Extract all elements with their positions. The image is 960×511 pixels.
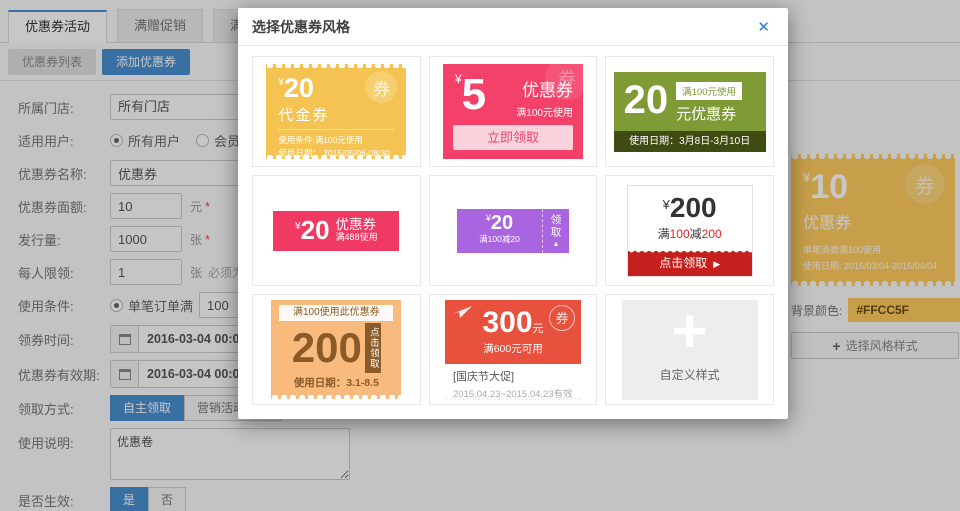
card-currency: ¥ — [663, 197, 670, 212]
card-value: 20 — [301, 215, 330, 245]
card-value: 20 — [284, 73, 314, 103]
cond-number: 200 — [702, 227, 722, 241]
card-right: 优惠券 满488使用 — [336, 218, 378, 243]
style-grid: 券 ¥20 代金券 使用条件:满100元使用 使用日期： 2015/05/06-… — [238, 46, 788, 419]
card-condition: 满600元可用 — [445, 341, 581, 356]
card-unit: 元 — [533, 323, 544, 335]
coupon-admin-page: 优惠券活动 满赠促销 满减促销 优惠券列表 添加优惠券 所属门店: 所有门店 适… — [0, 0, 960, 511]
cond-number: 100 — [670, 227, 690, 241]
plus-icon: + — [622, 300, 758, 364]
coupon-card: ¥200 满100减200 点击领取▶ — [627, 185, 753, 277]
claim-label: 点击领取 — [659, 256, 707, 270]
style-option-orange[interactable]: 满100使用此优惠券 200 点击领取 使用日期：3.1-8.5 — [252, 294, 421, 405]
card-value: 5 — [462, 70, 486, 119]
coupon-card: 券 ¥5 优惠券 满100元使用 立即领取 — [443, 64, 583, 159]
card-date: 2015.04.23~2015.04.23有效 — [453, 386, 573, 400]
style-option-purple-band[interactable]: ¥20 满100减20 领取 ▲ — [429, 175, 598, 286]
card-currency: ¥ — [455, 72, 462, 86]
style-option-pink-band[interactable]: ¥20 优惠券 满488使用 — [252, 175, 421, 286]
modal-header: 选择优惠券风格 ✕ — [238, 8, 788, 46]
coupon-card: 20 满100元使用 元优惠券 使用日期：3月8日-3月10日 — [614, 72, 766, 152]
style-option-pink[interactable]: 券 ¥5 优惠券 满100元使用 立即领取 — [429, 56, 598, 167]
card-value: 20 — [491, 212, 513, 234]
card-terms: 使用条件:满100元使用 使用日期： 2015/05/06-08/30 — [278, 129, 394, 160]
card-value: 300 — [482, 306, 532, 339]
style-option-custom[interactable]: + 自定义样式 — [605, 294, 774, 405]
coupon-style-modal: 选择优惠券风格 ✕ 券 ¥20 代金券 使用条件:满100元使用 使用日期： 2… — [238, 8, 788, 419]
coupon-card: 满100使用此优惠券 200 点击领取 使用日期：3.1-8.5 — [271, 300, 401, 399]
claim-tab[interactable]: 点击领取 — [365, 323, 381, 373]
cond-text: 减 — [690, 227, 702, 241]
card-value: 200 — [292, 327, 362, 369]
card-top: 20 满100元使用 元优惠券 — [614, 72, 766, 124]
card-bottom: [国庆节大促] 2015.04.23~2015.04.23有效 — [445, 364, 581, 400]
modal-title: 选择优惠券风格 — [252, 17, 753, 37]
claim-tab[interactable]: 领取 ▲ — [543, 209, 569, 253]
card-header: 满100使用此优惠券 — [279, 305, 393, 321]
coupon-card: ¥20 满100减20 领取 ▲ — [457, 209, 569, 253]
card-amount: ¥20 — [457, 212, 542, 235]
card-condition: 满100减200 — [628, 225, 752, 242]
card-right: 满100元使用 元优惠券 — [676, 78, 742, 124]
card-condition: 满100减20 — [457, 233, 542, 245]
custom-style-card: + 自定义样式 — [622, 300, 758, 400]
card-title: 元优惠券 — [676, 103, 742, 124]
cond-text: 满 — [658, 227, 670, 241]
style-option-green[interactable]: 20 满100元使用 元优惠券 使用日期：3月8日-3月10日 — [605, 56, 774, 167]
card-title: 优惠券 — [336, 218, 378, 233]
card-condition: 满100元使用 — [516, 104, 573, 119]
card-amount: ¥5 — [455, 72, 486, 119]
card-date: 使用日期： 2015/05/06-08/30 — [278, 147, 394, 160]
claim-now-button[interactable]: 立即领取 — [453, 125, 573, 150]
style-option-yellow-ticket[interactable]: 券 ¥20 代金券 使用条件:满100元使用 使用日期： 2015/05/06-… — [252, 56, 421, 167]
card-date: 使用日期：3.1-8.5 — [271, 375, 401, 390]
claim-label: 点击领取 — [366, 327, 380, 369]
card-amount: ¥200 — [628, 192, 752, 224]
coupon-card: 券 ¥20 代金券 使用条件:满100元使用 使用日期： 2015/05/06-… — [266, 64, 406, 159]
paper-plane-icon — [451, 305, 473, 324]
click-claim-bar[interactable]: 点击领取 ▶ — [628, 251, 752, 276]
card-top: 券 300元 满600元可用 — [445, 300, 581, 364]
card-amount: ¥20 — [295, 215, 329, 246]
triangle-right-icon: ▶ — [713, 259, 720, 269]
coupon-card: ¥20 优惠券 满488使用 — [273, 211, 399, 251]
card-condition: 满488使用 — [336, 233, 378, 243]
custom-style-label: 自定义样式 — [622, 366, 758, 383]
card-event: [国庆节大促] — [453, 368, 573, 384]
card-condition: 使用条件:满100元使用 — [278, 134, 394, 147]
card-value: 20 — [624, 78, 669, 124]
claim-label: 领取 — [548, 214, 563, 239]
close-icon[interactable]: ✕ — [753, 16, 774, 38]
card-title: 代金券 — [278, 104, 394, 125]
card-value: 200 — [670, 192, 717, 223]
card-left: ¥20 满100减20 — [457, 209, 543, 253]
style-option-red-white[interactable]: 券 300元 满600元可用 [国庆节大促] 2015.04.23~2015.0… — [429, 294, 598, 405]
card-date: 使用日期：3月8日-3月10日 — [614, 131, 766, 152]
triangle-up-icon: ▲ — [553, 241, 560, 248]
coupon-card: 券 300元 满600元可用 [国庆节大促] 2015.04.23~2015.0… — [445, 300, 581, 400]
style-option-white-red[interactable]: ¥200 满100减200 点击领取▶ — [605, 175, 774, 286]
card-condition-tag: 满100元使用 — [676, 82, 742, 100]
card-middle: 200 点击领取 — [271, 323, 401, 373]
coupon-stamp-icon: 券 — [549, 305, 575, 331]
